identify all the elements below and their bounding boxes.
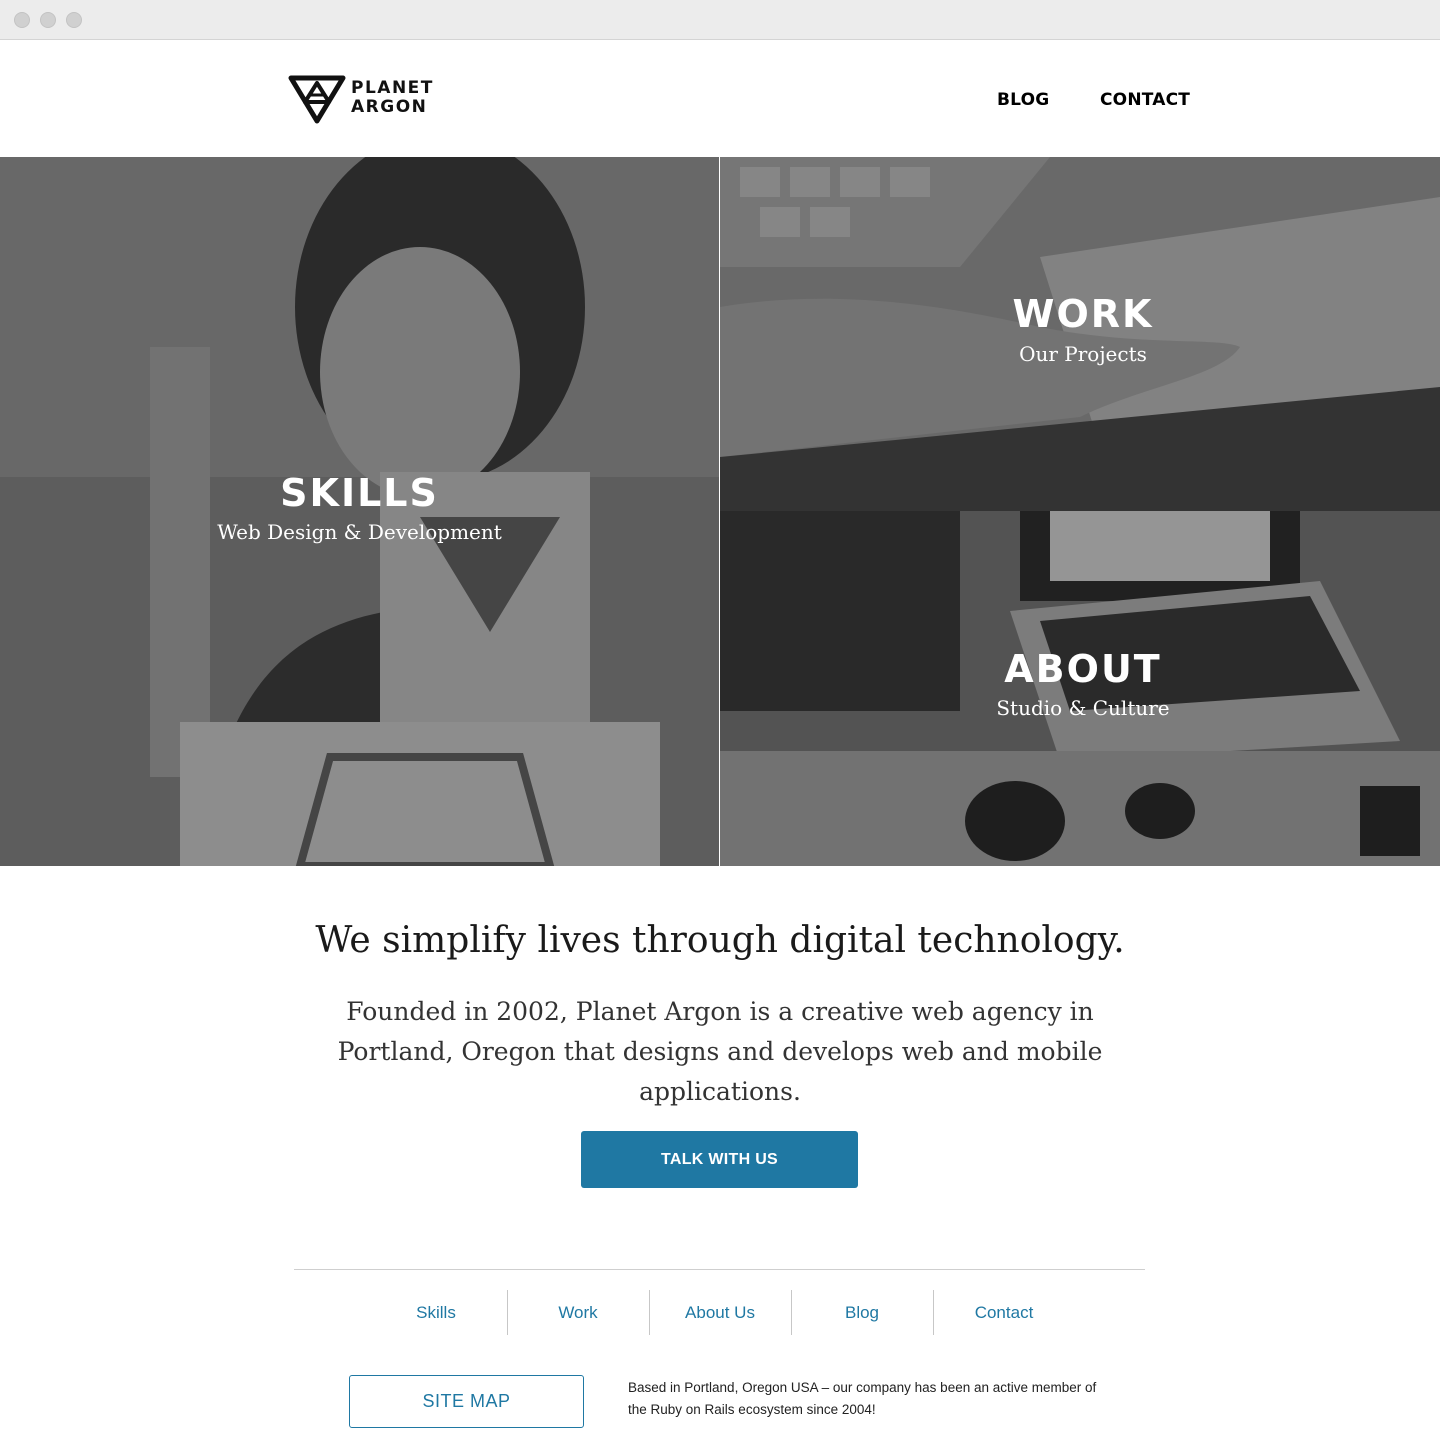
logo-wordmark: PLANET ARGON [351,79,434,117]
nav-contact-link[interactable]: CONTACT [1100,90,1190,110]
window-close-control[interactable] [14,12,30,28]
skills-subtitle: Web Design & Development [217,520,502,544]
window-zoom-control[interactable] [66,12,82,28]
talk-with-us-button[interactable]: TALK WITH US [581,1131,858,1188]
footer-divider [294,1269,1145,1270]
work-title: WORK [1012,292,1154,336]
browser-titlebar [0,0,1440,40]
about-tile[interactable]: ABOUT Studio & Culture [720,511,1440,866]
footer-link-work[interactable]: Work [507,1290,649,1335]
about-title: ABOUT [1004,647,1162,691]
site-header: PLANET ARGON BLOG CONTACT [0,40,1440,157]
footer-link-skills[interactable]: Skills [365,1290,507,1335]
logo-line-2: ARGON [351,97,428,117]
work-subtitle: Our Projects [1019,342,1147,366]
intro-paragraph: Founded in 2002, Planet Argon is a creat… [337,997,1103,1106]
footer-link-about-us[interactable]: About Us [649,1290,791,1335]
planet-argon-logo[interactable]: PLANET ARGON [288,75,432,125]
window-minimize-control[interactable] [40,12,56,28]
footer-link-blog[interactable]: Blog [791,1290,933,1335]
footer-note: Based in Portland, Oregon USA – our comp… [628,1380,1097,1417]
nav-blog-link[interactable]: BLOG [997,90,1049,110]
logo-line-1: PLANET [351,78,434,98]
triangle-logo-icon [288,75,346,124]
site-map-button[interactable]: SITE MAP [349,1375,584,1428]
page-headline: We simplify lives through digital techno… [315,920,1125,961]
about-subtitle: Studio & Culture [996,696,1170,720]
work-tile[interactable]: WORK Our Projects [720,157,1440,511]
footer-link-contact[interactable]: Contact [933,1290,1075,1335]
skills-title: SKILLS [280,471,439,515]
skills-tile[interactable]: SKILLS Web Design & Development [0,157,719,866]
